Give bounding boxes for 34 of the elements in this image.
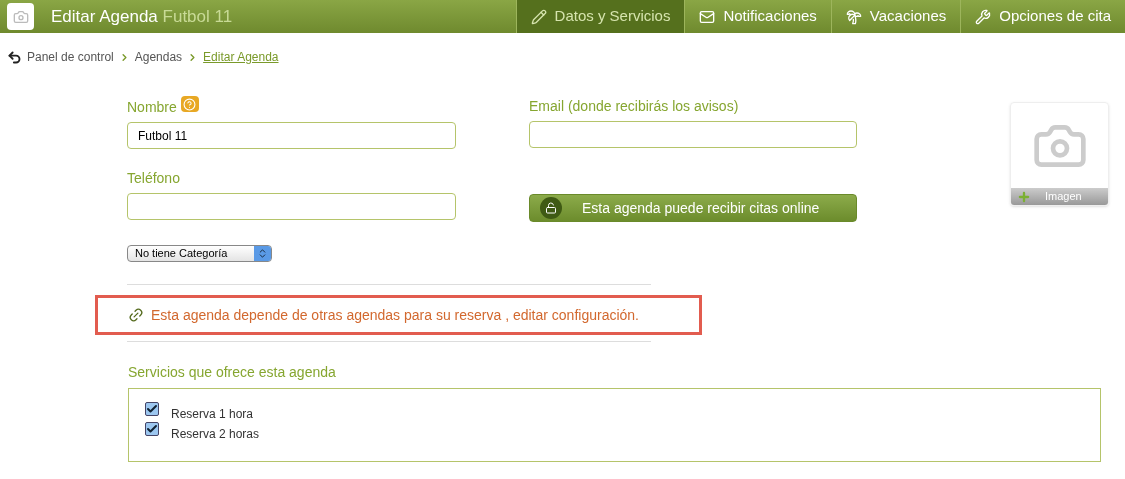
field-label: Email (donde recibirás los avisos) <box>529 97 740 116</box>
nav-tab[interactable]: Vacaciones <box>830 0 961 33</box>
field-label: Nombre <box>127 98 177 117</box>
image-label: Imagen <box>1045 189 1082 205</box>
pencil-icon <box>530 8 547 25</box>
help-icon <box>180 96 199 112</box>
phone-field[interactable] <box>127 193 456 220</box>
checkbox[interactable] <box>145 422 159 436</box>
checkbox[interactable] <box>145 402 159 416</box>
section-title: Servicios que ofrece esta agenda <box>128 363 337 382</box>
camera-icon <box>7 3 34 30</box>
breadcrumb-link[interactable]: Panel de control <box>27 48 114 66</box>
online-booking-button[interactable]: Esta agenda puede recibir citas online <box>529 194 857 222</box>
service-label: Reserva 1 hora <box>171 406 254 423</box>
back-icon <box>7 49 22 65</box>
palm-icon <box>845 8 862 25</box>
updown-icon <box>257 248 268 259</box>
name-field[interactable]: Futbol 11 <box>127 122 456 149</box>
nav-tab[interactable]: Notificaciones <box>684 0 831 33</box>
notice-text: Esta agenda depende de otras agendas para su reserva , editar configuración. <box>151 305 639 325</box>
mail-icon <box>699 8 716 25</box>
add-icon <box>1017 189 1031 204</box>
tools-icon <box>975 8 992 25</box>
image-card[interactable]: Imagen <box>1010 102 1109 206</box>
breadcrumb-link[interactable]: Editar Agenda <box>203 48 279 66</box>
nav-tab[interactable]: Datos y Servicios <box>515 0 685 33</box>
field-label: Teléfono <box>127 169 181 188</box>
email-field[interactable] <box>529 121 857 148</box>
breadcrumb-link[interactable]: Agendas <box>134 48 183 66</box>
unlock-icon <box>540 197 562 219</box>
page-title: Editar Agenda Futbol 11 <box>51 5 233 28</box>
category-select[interactable]: No tiene Categoría <box>127 245 272 262</box>
service-label: Reserva 2 horas <box>171 426 260 443</box>
nav-tab[interactable]: Opciones de cita <box>960 0 1125 33</box>
